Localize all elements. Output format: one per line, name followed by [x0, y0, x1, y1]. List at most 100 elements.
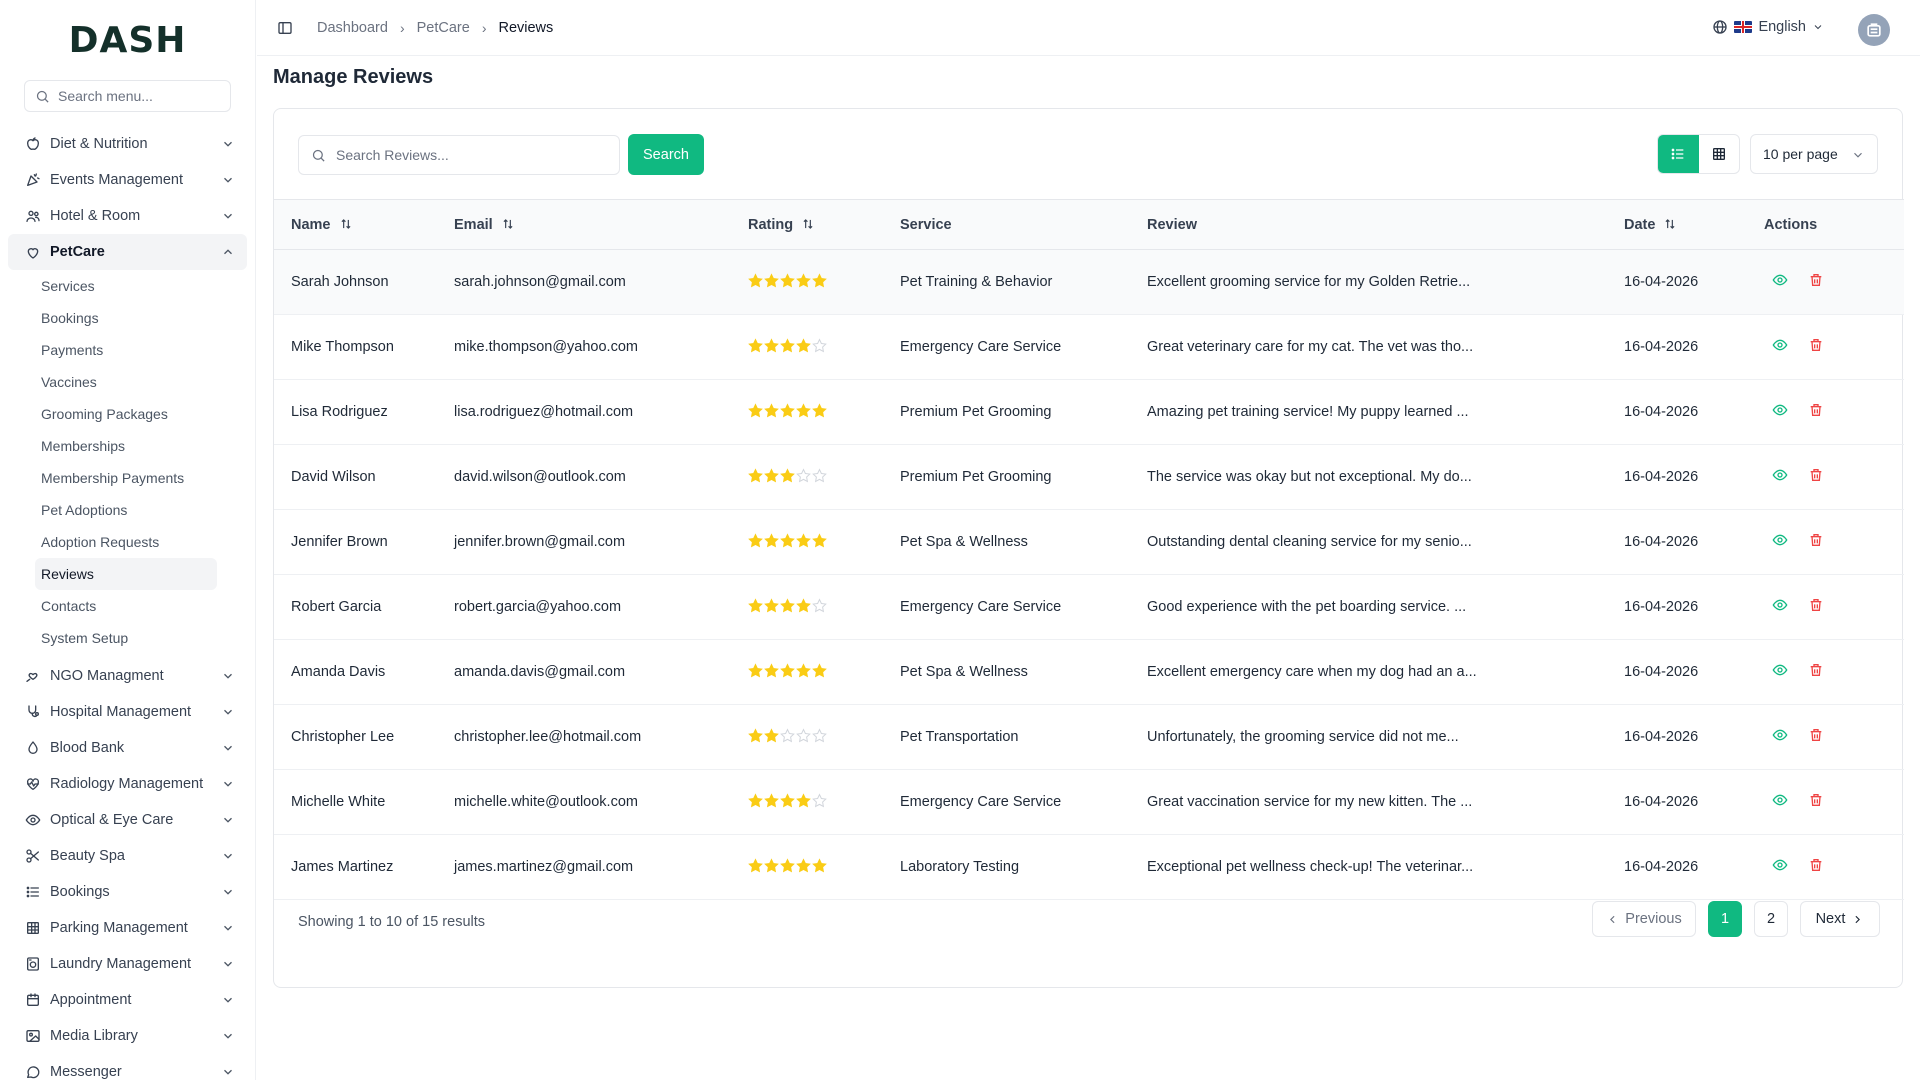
breadcrumb-dashboard[interactable]: Dashboard [317, 20, 388, 36]
view-icon[interactable] [1772, 792, 1788, 808]
sidebar-item-parking-management[interactable]: Parking Management [8, 910, 247, 946]
column-header-label: Email [454, 216, 493, 233]
star-filled-icon [764, 662, 779, 677]
cell-rating [731, 380, 883, 445]
sidebar-item-bookings[interactable]: Bookings [8, 874, 247, 910]
view-icon[interactable] [1772, 857, 1788, 873]
breadcrumb-petcare[interactable]: PetCare [417, 20, 470, 36]
list-view-button[interactable] [1658, 135, 1699, 173]
star-filled-icon [764, 337, 779, 352]
view-icon[interactable] [1772, 272, 1788, 288]
next-page-button[interactable]: Next [1800, 901, 1880, 937]
cell-review: Excellent grooming service for my Golden… [1147, 274, 1471, 290]
sidebar-item-beauty-spa[interactable]: Beauty Spa [8, 838, 247, 874]
previous-page-button[interactable]: Previous [1592, 901, 1696, 937]
grid-view-button[interactable] [1699, 135, 1740, 173]
sidebar-search[interactable]: Search menu... [24, 80, 231, 112]
sidebar-subitem-adoption-requests[interactable]: Adoption Requests [0, 526, 223, 558]
sidebar-item-laundry-management[interactable]: Laundry Management [8, 946, 247, 982]
sidebar-item-radiology-management[interactable]: Radiology Management [8, 766, 247, 802]
sidebar-item-messenger[interactable]: Messenger [8, 1054, 247, 1090]
delete-icon[interactable] [1808, 337, 1824, 353]
page-1-button[interactable]: 1 [1708, 901, 1742, 937]
column-header-date[interactable]: Date [1607, 200, 1747, 250]
sidebar-item-events-management[interactable]: Events Management [8, 162, 247, 198]
sidebar-item-label: Laundry Management [50, 956, 192, 972]
sidebar-subitem-payments[interactable]: Payments [0, 334, 223, 366]
sidebar-subitem-membership-payments[interactable]: Membership Payments [0, 462, 223, 494]
column-header-email[interactable]: Email [437, 200, 731, 250]
sort-icon[interactable] [501, 217, 515, 231]
cell-email: lisa.rodriguez@hotmail.com [454, 404, 634, 420]
delete-icon[interactable] [1808, 792, 1824, 808]
view-icon[interactable] [1772, 337, 1788, 353]
delete-icon[interactable] [1808, 597, 1824, 613]
cell-actions [1747, 315, 1904, 380]
sidebar-item-media-library[interactable]: Media Library [8, 1018, 247, 1054]
delete-icon[interactable] [1808, 532, 1824, 548]
sidebar-subitem-contacts[interactable]: Contacts [0, 590, 223, 622]
view-icon[interactable] [1772, 662, 1788, 678]
cell-review: Excellent emergency care when my dog had… [1147, 664, 1477, 680]
logo[interactable]: DASH [0, 0, 255, 80]
star-filled-icon [780, 337, 795, 352]
delete-icon[interactable] [1808, 467, 1824, 483]
sidebar-item-ngo-managment[interactable]: NGO Managment [8, 658, 247, 694]
sidebar-subitem-bookings[interactable]: Bookings [0, 302, 223, 334]
language-selector[interactable]: English [1712, 19, 1824, 35]
cell-review: Good experience with the pet boarding se… [1147, 599, 1467, 615]
star-rating [748, 337, 827, 353]
grid-icon [24, 919, 42, 937]
view-icon[interactable] [1772, 402, 1788, 418]
view-icon[interactable] [1772, 532, 1788, 548]
sidebar-subitem-memberships[interactable]: Memberships [0, 430, 223, 462]
view-icon[interactable] [1772, 467, 1788, 483]
star-filled-icon [764, 727, 779, 742]
delete-icon[interactable] [1808, 857, 1824, 873]
search-input[interactable]: Search Reviews... [336, 147, 449, 163]
globe-icon [1713, 20, 1728, 34]
sort-icon[interactable] [339, 217, 353, 231]
cell-date: 16-04-2026 [1624, 794, 1699, 810]
chevron-down-icon [224, 213, 232, 219]
chevron-down-icon [224, 997, 232, 1003]
sidebar-subitem-system-setup[interactable]: System Setup [0, 622, 223, 654]
per-page-select[interactable]: 10 per page [1750, 134, 1878, 174]
page-2-button[interactable]: 2 [1754, 901, 1788, 937]
sidebar-subitem-pet-adoptions[interactable]: Pet Adoptions [0, 494, 223, 526]
sidebar-search-input[interactable]: Search menu... [58, 88, 153, 104]
cell-name: Christopher Lee [291, 729, 395, 745]
search-reviews-field[interactable]: Search Reviews... [298, 135, 620, 175]
sidebar-toggle-icon[interactable] [277, 20, 293, 36]
sidebar-subitem-reviews[interactable]: Reviews [35, 558, 217, 590]
star-filled-icon [780, 272, 795, 287]
delete-icon[interactable] [1808, 272, 1824, 288]
sidebar-item-hotel-room[interactable]: Hotel & Room [8, 198, 247, 234]
column-header-name[interactable]: Name [274, 200, 437, 250]
breadcrumb: Dashboard › PetCare › Reviews [317, 20, 553, 36]
view-icon[interactable] [1772, 727, 1788, 743]
star-filled-icon [764, 467, 779, 482]
sidebar-item-blood-bank[interactable]: Blood Bank [8, 730, 247, 766]
cell-actions [1747, 575, 1904, 640]
sidebar-subitem-services[interactable]: Services [0, 270, 223, 302]
sidebar-item-petcare[interactable]: PetCare [8, 234, 247, 270]
sidebar-subitem-vaccines[interactable]: Vaccines [0, 366, 223, 398]
delete-icon[interactable] [1808, 402, 1824, 418]
delete-icon[interactable] [1808, 662, 1824, 678]
chevron-down-icon [224, 961, 232, 967]
column-header-rating[interactable]: Rating [731, 200, 883, 250]
sidebar-item-appointment[interactable]: Appointment [8, 982, 247, 1018]
sidebar-subitem-grooming-packages[interactable]: Grooming Packages [0, 398, 223, 430]
avatar[interactable] [1858, 14, 1890, 46]
sidebar-item-optical-eye-care[interactable]: Optical & Eye Care [8, 802, 247, 838]
sidebar-item-hospital-management[interactable]: Hospital Management [8, 694, 247, 730]
sidebar-item-diet-nutrition[interactable]: Diet & Nutrition [8, 126, 247, 162]
star-filled-icon [764, 597, 779, 612]
view-icon[interactable] [1772, 597, 1788, 613]
delete-icon[interactable] [1808, 727, 1824, 743]
sort-icon[interactable] [801, 217, 815, 231]
column-header-service: Service [883, 200, 1130, 250]
search-button[interactable]: Search [628, 134, 704, 175]
sort-icon[interactable] [1663, 217, 1677, 231]
